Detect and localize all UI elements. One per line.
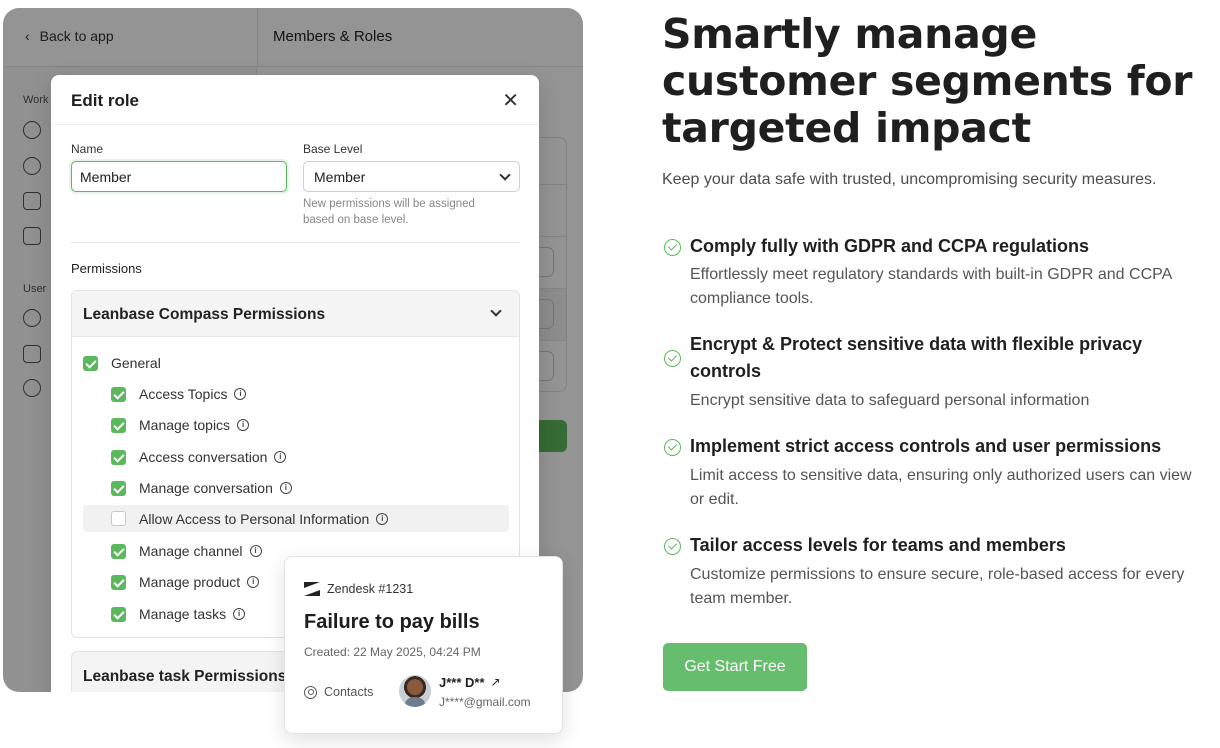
chevron-down-icon	[499, 168, 511, 181]
ticket-card[interactable]: Zendesk #1231 Failure to pay bills Creat…	[284, 556, 563, 734]
permission-manage-conversation[interactable]: Manage conversation i	[111, 476, 292, 500]
permission-manage-tasks[interactable]: Manage tasks i	[111, 602, 246, 626]
permission-label: Manage conversation	[139, 480, 273, 496]
divider	[71, 242, 520, 243]
chevron-down-icon[interactable]	[490, 305, 502, 317]
hero-subtitle: Keep your data safe with trusted, uncomp…	[662, 171, 1157, 188]
info-icon[interactable]: i	[247, 576, 260, 588]
base-level-select[interactable]: Member	[303, 161, 520, 192]
info-icon[interactable]: i	[237, 419, 250, 431]
user-icon	[304, 685, 317, 699]
permission-label: Manage product	[139, 574, 241, 590]
hero-title: Smartly manage customer segments for tar…	[662, 10, 1193, 152]
permission-manage-channel[interactable]: Manage channel i	[111, 539, 262, 563]
info-icon[interactable]: i	[249, 545, 262, 557]
permission-label: Manage topics	[139, 417, 231, 433]
ticket-source: Zendesk #1231	[304, 582, 413, 596]
info-icon[interactable]: i	[279, 482, 292, 494]
base-level-label: Base Level	[303, 142, 363, 156]
checkbox-checked[interactable]	[111, 606, 126, 622]
checkbox-checked[interactable]	[111, 480, 126, 496]
ticket-created: Created: 22 May 2025, 04:24 PM	[304, 645, 481, 659]
ticket-id: Zendesk #1231	[327, 582, 414, 596]
feature-description: Customize permissions to ensure secure, …	[690, 566, 1185, 607]
close-icon[interactable]: ✕	[502, 88, 519, 113]
ticket-title: Failure to pay bills	[304, 611, 480, 633]
modal-title: Edit role	[71, 91, 140, 110]
info-icon[interactable]: i	[376, 512, 389, 525]
get-start-free-button[interactable]: Get Start Free	[663, 643, 807, 691]
check-circle-icon	[664, 538, 681, 555]
compass-permissions-header[interactable]: Leanbase Compass Permissions	[72, 291, 519, 337]
contact-email: J****@gmail.com	[439, 695, 531, 709]
avatar	[399, 675, 431, 707]
info-icon[interactable]: i	[234, 388, 247, 400]
group-title: Leanbase Compass Permissions	[83, 306, 326, 323]
checkbox-checked[interactable]	[111, 449, 126, 465]
permission-label: Manage tasks	[139, 606, 227, 622]
group-title: Leanbase task Permissions	[83, 668, 287, 685]
info-icon[interactable]: i	[274, 451, 287, 463]
check-circle-icon	[664, 239, 681, 256]
permission-label: Allow Access to Personal Information	[139, 510, 370, 527]
base-level-value: Member	[314, 168, 366, 185]
permission-label: Access Topics	[139, 386, 228, 402]
permission-manage-product[interactable]: Manage product i	[111, 570, 260, 594]
permission-label: Manage channel	[139, 543, 243, 559]
permission-personal-information[interactable]: Allow Access to Personal Information i	[83, 505, 509, 532]
feature-title: Implement strict access controls and use…	[690, 436, 1162, 456]
contacts-label: Contacts	[304, 685, 373, 699]
permission-label: General	[111, 355, 161, 371]
contact-name[interactable]: J*** D** ↗	[439, 675, 501, 690]
checkbox-checked[interactable]	[111, 574, 126, 590]
permission-access-conversation[interactable]: Access conversation i	[111, 445, 287, 469]
feature-description: Effortlessly meet regulatory standards w…	[690, 266, 1172, 307]
checkbox-unchecked[interactable]	[111, 511, 126, 526]
checkbox-checked[interactable]	[111, 543, 126, 559]
check-circle-icon	[664, 439, 681, 456]
check-circle-icon	[664, 350, 681, 367]
feature-title: Comply fully with GDPR and CCPA regulati…	[690, 236, 1090, 256]
modal-header: Edit role ✕	[51, 75, 539, 125]
base-level-hint: New permissions will be assigned based o…	[303, 198, 475, 226]
feature-title: Encrypt & Protect sensitive data with fl…	[690, 334, 1143, 381]
name-label: Name	[71, 142, 104, 156]
checkbox-checked[interactable]	[111, 417, 126, 433]
role-name-input[interactable]	[71, 161, 287, 192]
feature-title: Tailor access levels for teams and membe…	[690, 535, 1066, 555]
checkbox-checked[interactable]	[111, 386, 126, 402]
info-icon[interactable]: i	[233, 608, 246, 620]
feature-description: Encrypt sensitive data to safeguard pers…	[690, 392, 1090, 409]
permission-general[interactable]: General	[83, 351, 161, 375]
permissions-label: Permissions	[71, 261, 142, 276]
zendesk-logo-icon	[304, 582, 320, 596]
permission-manage-topics[interactable]: Manage topics i	[111, 413, 250, 437]
checkbox-checked[interactable]	[83, 355, 98, 371]
feature-description: Limit access to sensitive data, ensuring…	[690, 467, 1192, 508]
permission-access-topics[interactable]: Access Topics i	[111, 382, 247, 406]
external-link-icon[interactable]: ↗	[491, 675, 501, 690]
permission-label: Access conversation	[139, 449, 268, 465]
